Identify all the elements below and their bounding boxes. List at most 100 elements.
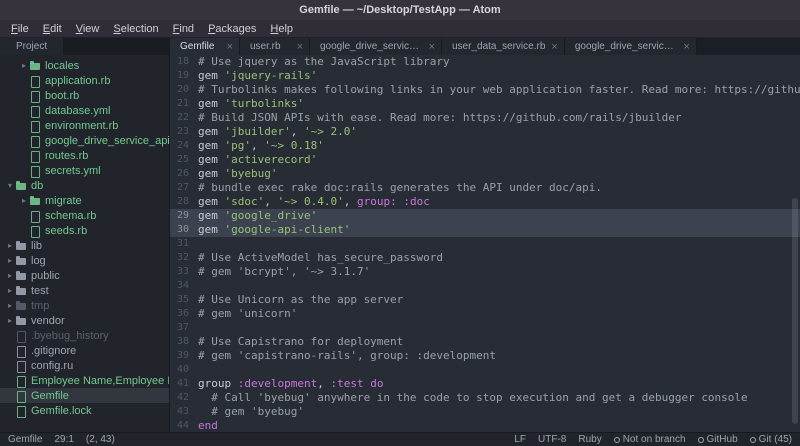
code-line-43[interactable]: 43 # gem 'byebug' <box>170 405 800 419</box>
status-github[interactable]: GitHub <box>697 434 738 445</box>
code-line-19[interactable]: 19 gem 'jquery-rails' <box>170 69 800 83</box>
close-icon[interactable]: × <box>551 41 557 52</box>
line-number: 39 <box>176 350 189 361</box>
tree-item-routes-rb[interactable]: routes.rb <box>0 148 169 163</box>
code-line-37[interactable]: 37 <box>170 321 800 335</box>
tab-user-rb[interactable]: user.rb × <box>240 38 310 55</box>
status-29-1[interactable]: 29:1 <box>54 434 73 445</box>
close-icon[interactable]: × <box>429 41 435 52</box>
status-lf[interactable]: LF <box>514 434 526 445</box>
tree-item-test[interactable]: ▸ test <box>0 283 169 298</box>
tree-item-lib[interactable]: ▸ lib <box>0 238 169 253</box>
tree-item-application-rb[interactable]: application.rb <box>0 73 169 88</box>
tree-item-label: Gemfile <box>31 389 69 402</box>
code-line-44[interactable]: 44 end <box>170 419 800 432</box>
menu-packages[interactable]: Packages <box>201 20 263 38</box>
close-icon[interactable]: × <box>297 41 303 52</box>
tree-item-gemfile[interactable]: Gemfile <box>0 388 169 403</box>
code-line-21[interactable]: 21 gem 'turbolinks' <box>170 97 800 111</box>
status-ruby[interactable]: Ruby <box>578 434 601 445</box>
code-line-40[interactable]: 40 <box>170 363 800 377</box>
code-line-33[interactable]: 33 # gem 'bcrypt', '~> 3.1.7' <box>170 265 800 279</box>
tree-item-gitignore[interactable]: .gitignore <box>0 343 169 358</box>
tree-item-seeds-rb[interactable]: seeds.rb <box>0 223 169 238</box>
code-line-31[interactable]: 31 <box>170 237 800 251</box>
status-utf-8[interactable]: UTF-8 <box>538 434 566 445</box>
code-line-30[interactable]: 30 gem 'google-api-client' <box>170 223 800 237</box>
code-line-28[interactable]: 28 gem 'sdoc', '~> 0.4.0', group: :doc <box>170 195 800 209</box>
code-line-36[interactable]: 36 # gem 'unicorn' <box>170 307 800 321</box>
menu-help[interactable]: Help <box>263 20 300 38</box>
status-gemfile[interactable]: Gemfile <box>8 434 42 445</box>
code-line-25[interactable]: 25 gem 'activerecord' <box>170 153 800 167</box>
tab-google-drive-service-api-k[interactable]: google_drive_service_api_k... × <box>310 38 442 55</box>
status-label: GitHub <box>706 434 738 445</box>
code-line-27[interactable]: 27 # bundle exec rake doc:rails generates… <box>170 181 800 195</box>
code-line-39[interactable]: 39 # gem 'capistrano-rails', group: :deve… <box>170 349 800 363</box>
code-line-18[interactable]: 18 # Use jquery as the JavaScript library <box>170 55 800 69</box>
tree-item-environment-rb[interactable]: environment.rb <box>0 118 169 133</box>
menu-find[interactable]: Find <box>166 20 201 38</box>
tree-item-label: migrate <box>45 194 82 207</box>
folder-icon <box>16 300 27 311</box>
tree-item-byebug-history[interactable]: .byebug_history <box>0 328 169 343</box>
line-number: 34 <box>176 280 189 291</box>
line-number: 18 <box>176 56 189 67</box>
tree-item-public[interactable]: ▸ public <box>0 268 169 283</box>
editor-scrollbar[interactable] <box>792 198 798 425</box>
tree-item-database-yml[interactable]: database.yml <box>0 103 169 118</box>
tree-item-db[interactable]: ▾ db <box>0 178 169 193</box>
menu-file[interactable]: File <box>4 20 36 38</box>
menu-selection[interactable]: Selection <box>106 20 165 38</box>
code-line-41[interactable]: 41 group :development, :test do <box>170 377 800 391</box>
tree-item-migrate[interactable]: ▸ migrate <box>0 193 169 208</box>
code-line-35[interactable]: 35 # Use Unicorn as the app server <box>170 293 800 307</box>
line-number: 44 <box>176 420 189 431</box>
tab-google-drive-service-rb[interactable]: google_drive_service.rb × <box>564 38 697 55</box>
tree-item-log[interactable]: ▸ log <box>0 253 169 268</box>
tree-item-boot-rb[interactable]: boot.rb <box>0 88 169 103</box>
close-icon[interactable]: × <box>683 41 689 52</box>
file-icon <box>30 75 41 88</box>
code-line-23[interactable]: 23 gem 'jbuilder', '~> 2.0' <box>170 125 800 139</box>
code-line-32[interactable]: 32 # Use ActiveModel has_secure_password <box>170 251 800 265</box>
code-line-20[interactable]: 20 # Turbolinks makes following links in … <box>170 83 800 97</box>
tree-item-label: config.ru <box>31 359 74 372</box>
code-line-34[interactable]: 34 <box>170 279 800 293</box>
code-line-24[interactable]: 24 gem 'pg', '~> 0.18' <box>170 139 800 153</box>
status-not-on-branch[interactable]: Not on branch <box>613 434 686 445</box>
tree-item-vendor[interactable]: ▸ vendor <box>0 313 169 328</box>
menu-view[interactable]: View <box>69 20 107 38</box>
folder-icon <box>16 285 27 296</box>
code-line-29[interactable]: 29 gem 'google_drive' <box>170 209 800 223</box>
line-number: 23 <box>176 126 189 137</box>
status-git-45[interactable]: Git (45) <box>749 434 792 445</box>
code-text: # Use jquery as the JavaScript library <box>198 55 450 68</box>
close-icon[interactable]: × <box>227 41 233 52</box>
tree-item-label: boot.rb <box>45 89 80 102</box>
line-number: 30 <box>176 224 189 235</box>
code-line-42[interactable]: 42 # Call 'byebug' anywhere in the code … <box>170 391 800 405</box>
tree-item-employee-name-employee-email-qualif[interactable]: Employee Name,Employee Email,Qualif <box>0 373 169 388</box>
tab-user-data-service-rb[interactable]: user_data_service.rb × <box>442 38 565 55</box>
chevron-right-icon: ▸ <box>21 196 26 205</box>
editor[interactable]: 18 # Use jquery as the JavaScript library… <box>170 55 800 432</box>
status-bar: Gemfile 29:1 (2, 43) LF UTF-8 Ruby Not on bra… <box>0 432 800 446</box>
folder-icon <box>16 240 27 251</box>
tree-item-secrets-yml[interactable]: secrets.yml <box>0 163 169 178</box>
code-line-26[interactable]: 26 gem 'byebug' <box>170 167 800 181</box>
tree-item-locales[interactable]: ▸ locales <box>0 58 169 73</box>
tree-item-google-drive-service-api-key-json[interactable]: google_drive_service_api_key.json <box>0 133 169 148</box>
folder-icon <box>16 270 27 281</box>
tree-item-tmp[interactable]: ▸ tmp <box>0 298 169 313</box>
code-line-38[interactable]: 38 # Use Capistrano for deployment <box>170 335 800 349</box>
status-2-43[interactable]: (2, 43) <box>86 434 115 445</box>
code-line-22[interactable]: 22 # Build JSON APIs with ease. Read more… <box>170 111 800 125</box>
tree-item-gemfile-lock[interactable]: Gemfile.lock <box>0 403 169 418</box>
tab-gemfile[interactable]: Gemfile × <box>170 38 240 55</box>
tree-item-schema-rb[interactable]: schema.rb <box>0 208 169 223</box>
tree-item-config-ru[interactable]: config.ru <box>0 358 169 373</box>
line-number: 37 <box>176 322 189 333</box>
tab-project[interactable]: Project <box>0 38 65 55</box>
menu-edit[interactable]: Edit <box>36 20 69 38</box>
